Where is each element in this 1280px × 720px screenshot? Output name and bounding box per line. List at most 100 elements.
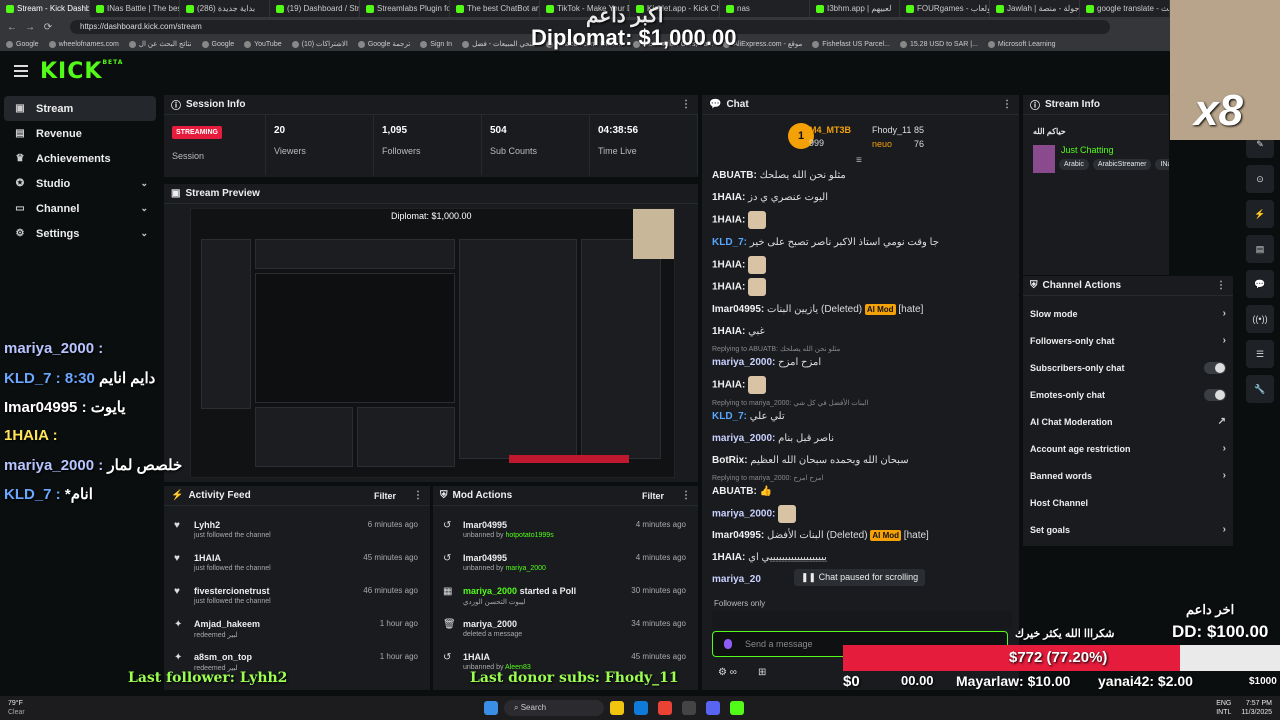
chat-username[interactable]: Imar04995:	[712, 304, 764, 315]
more-options-icon[interactable]: ⋮	[1216, 280, 1226, 291]
chat-username[interactable]: 1HAIA:	[712, 380, 745, 391]
activity-row[interactable]: ♥ fivestercionetrust just followed the cha…	[164, 580, 430, 613]
chat-message[interactable]: 1HAIA: اليوت عنصري ي دز	[712, 189, 1012, 207]
sidebar-item-revenue[interactable]: ▤ Revenue	[0, 121, 160, 146]
stream-tag[interactable]: INas	[1155, 159, 1169, 170]
channel-action-account-age-restriction[interactable]: Account age restriction ›	[1023, 435, 1233, 462]
browser-tab[interactable]: google translate - بحث	[1080, 0, 1170, 17]
chat-username[interactable]: KLD_7:	[712, 237, 747, 248]
chat-username[interactable]: 1HAIA:	[712, 552, 745, 563]
stream-preview-video[interactable]: Diplomat: $1,000.00	[190, 208, 675, 478]
chat-username[interactable]: ABUATB:	[712, 486, 757, 497]
bookmark-item[interactable]: Sign In	[420, 37, 452, 51]
chat-username[interactable]: mariya_2000:	[712, 433, 775, 444]
more-options-icon[interactable]: ⋮	[1002, 99, 1012, 110]
toggle-switch[interactable]	[1204, 361, 1226, 374]
stream-tag[interactable]: ArabicStreamer	[1092, 159, 1152, 170]
sidebar-item-stream[interactable]: ▣ Stream	[4, 96, 156, 121]
bookmark-item[interactable]: wheelofnames.com	[48, 37, 119, 51]
channel-action-slow-mode[interactable]: Slow mode ›	[1023, 300, 1233, 327]
back-icon[interactable]: ←	[6, 22, 18, 33]
chevron-down-icon[interactable]: ⌄	[140, 178, 148, 189]
browser-tab[interactable]: FOURgames - الأولعاب	[900, 0, 990, 17]
sidebar-item-achievements[interactable]: ♛ Achievements	[0, 146, 160, 171]
camera-icon[interactable]: ⊙	[1246, 165, 1274, 193]
gift-icon[interactable]: ⊞	[758, 667, 766, 678]
chat-username[interactable]: ABUATB:	[712, 170, 757, 181]
channel-action-set-goals[interactable]: Set goals ›	[1023, 516, 1233, 543]
sidebar-item-channel[interactable]: ▭ Channel ⌄	[0, 196, 160, 221]
chat-message[interactable]: 1HAIA: يييييييييييييييييييي اي	[712, 549, 1012, 567]
taskbar-search[interactable]: ⌕ Search	[504, 700, 604, 716]
mod-filter-button[interactable]: Filter	[642, 491, 664, 501]
mod-action-row[interactable]: ▦ mariya_2000 started a Poll ليبوت التحسن …	[433, 580, 698, 613]
reload-icon[interactable]: ⟳	[42, 22, 54, 33]
mod-action-by-user[interactable]: mariya_2000	[505, 565, 545, 572]
chat-username[interactable]: Imar04995:	[712, 530, 764, 541]
activity-user[interactable]: 1HAIA	[194, 553, 271, 563]
browser-tab[interactable]: nas	[720, 0, 810, 17]
chat-message[interactable]: mariya_2000: ناصر قبل بنام	[712, 430, 1012, 448]
category-thumbnail[interactable]	[1033, 145, 1055, 173]
menu-icon[interactable]	[14, 65, 28, 77]
pinned-user-3[interactable]: neuo	[872, 139, 892, 149]
bookmark-item[interactable]: YouTube	[244, 37, 282, 51]
chat-icon[interactable]: 💬	[1246, 270, 1274, 298]
chat-paused-banner[interactable]: ❚❚ Chat paused for scrolling	[794, 569, 926, 586]
language-indicator[interactable]: ENG INTL	[1216, 699, 1231, 717]
note-icon[interactable]: ▤	[1246, 235, 1274, 263]
chat-message[interactable]: 1HAIA:	[712, 255, 1012, 275]
wrench-icon[interactable]: 🔧	[1246, 375, 1274, 403]
activity-user[interactable]: fivestercionetrust	[194, 586, 271, 596]
channel-action-host-channel[interactable]: Host Channel	[1023, 489, 1233, 516]
chat-message[interactable]: Imar04995: يازيين البنات (Deleted) AI Mo…	[712, 301, 1012, 319]
more-options-icon[interactable]: ⋮	[681, 490, 691, 501]
browser-tab[interactable]: Jawlah | جولة - منصة	[990, 0, 1080, 17]
chrome-icon[interactable]	[658, 701, 672, 715]
mod-action-by-user[interactable]: hotpotato1999s	[505, 532, 553, 539]
chat-message[interactable]: BotRix: سبحان الله وبحمده سبحان الله الع…	[712, 452, 1012, 470]
channel-action-subscribers-only-chat[interactable]: Subscribers-only chat	[1023, 354, 1233, 381]
browser-tab[interactable]: INas Battle | The best	[90, 0, 180, 17]
mod-action-user[interactable]: Imar04995	[463, 520, 507, 530]
browser-tab[interactable]: The best ChatBot and	[450, 0, 540, 17]
clock[interactable]: 7:57 PM 11/3/2025	[1241, 699, 1272, 717]
bookmark-item[interactable]: Google	[6, 37, 39, 51]
more-options-icon[interactable]: ⋮	[413, 490, 423, 501]
bookmark-item[interactable]: 15.28 USD to SAR |...	[899, 37, 978, 51]
chat-username[interactable]: KLD_7:	[712, 411, 747, 422]
discord-icon[interactable]	[706, 701, 720, 715]
chevron-down-icon[interactable]: ⌄	[140, 228, 148, 239]
kick-logo[interactable]: KICKBETA	[40, 59, 123, 84]
chat-username[interactable]: 1HAIA:	[712, 259, 745, 270]
kick-app-icon[interactable]	[730, 701, 744, 715]
bookmark-item[interactable]: Google ترجمة	[357, 37, 410, 51]
browser-tab[interactable]: Streamlabs Plugin for	[360, 0, 450, 17]
mod-action-row[interactable]: ↺ Imar04995 unbanned by mariya_2000 4 minut…	[433, 547, 698, 580]
activity-row[interactable]: ♥ Lyhh2 just followed the channel 6 minutes…	[164, 514, 430, 547]
pinned-user-1[interactable]: M4_MT3B	[809, 125, 851, 135]
activity-filter-button[interactable]: Filter	[374, 491, 396, 501]
collapse-icon[interactable]: ≡	[856, 155, 862, 166]
browser-tab[interactable]: I3bhm.app | لعبيهم	[810, 0, 900, 17]
activity-row[interactable]: ♥ 1HAIA just followed the channel 45 minute…	[164, 547, 430, 580]
activity-user[interactable]: Amjad_hakeem	[194, 619, 260, 629]
bookmark-item[interactable]: Fishefast US Parcel...	[812, 37, 890, 51]
file-explorer-icon[interactable]	[610, 701, 624, 715]
obs-icon[interactable]	[682, 701, 696, 715]
mic-icon[interactable]	[724, 639, 732, 649]
chat-message[interactable]: KLD_7: جا وقت نومي استاذ الاكبر ناصر تصب…	[712, 234, 1012, 252]
chat-message[interactable]: Imar04995: البنات الأفضل (Deleted) AI Mo…	[712, 527, 1012, 545]
mod-action-row[interactable]: ↺ Imar04995 unbanned by hotpotato1999s 4 mi…	[433, 514, 698, 547]
browser-tab[interactable]: Stream - Kick Dashb	[0, 0, 90, 17]
browser-tab[interactable]: (19) Dashboard / Stre	[270, 0, 360, 17]
chat-message[interactable]: mariya_2000: امزح امزح	[712, 354, 1012, 372]
bolt-icon[interactable]: ⚡	[1246, 200, 1274, 228]
weather-widget[interactable]: 79°F Clear	[0, 699, 90, 717]
emote-bar[interactable]	[712, 611, 1012, 629]
mod-action-user[interactable]: mariya_2000	[463, 586, 517, 596]
chat-message[interactable]: 1HAIA:	[712, 375, 1012, 395]
chat-username[interactable]: 1HAIA:	[712, 326, 745, 337]
bookmark-item[interactable]: نتائج البحث عن ال	[128, 37, 192, 51]
bookmark-item[interactable]: منحي المبيعات - فضل	[462, 37, 536, 51]
